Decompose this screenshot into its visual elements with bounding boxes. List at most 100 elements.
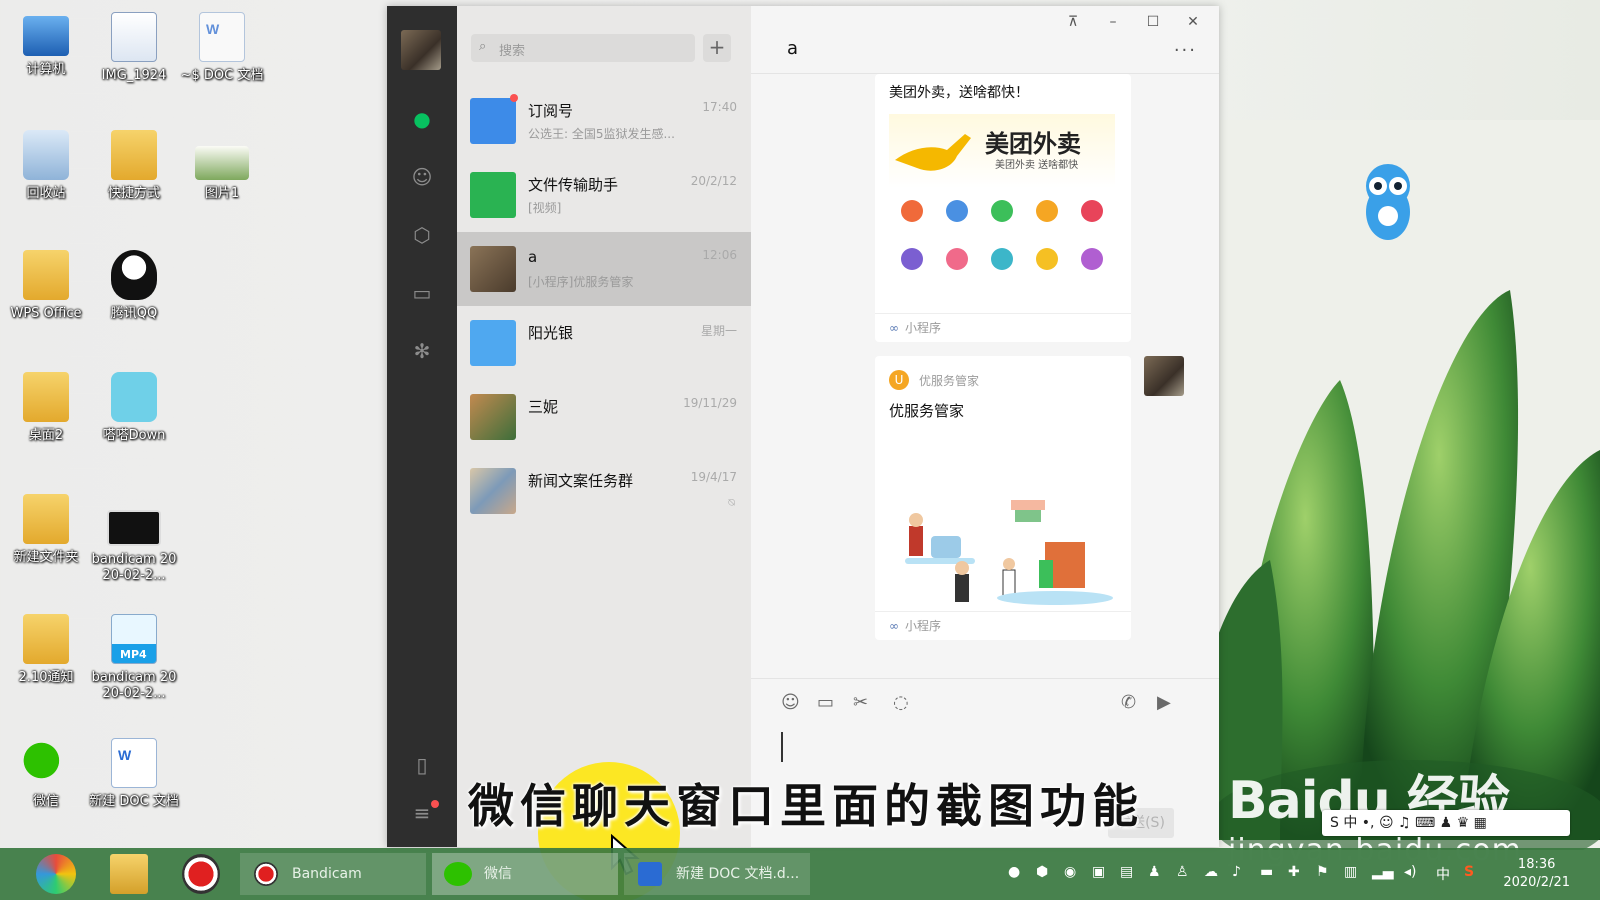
desktop-icon-notice[interactable]: 2.10通知	[1, 614, 91, 686]
desktop-icon-bandicam-2[interactable]: MP4 bandicam 2020-02-2...	[89, 614, 179, 702]
more-options-button[interactable]: ···	[1174, 40, 1197, 61]
chat-history-icon[interactable]: ◌	[893, 692, 909, 713]
taskbar-item-bandicam[interactable]: Bandicam	[240, 853, 426, 895]
add-button[interactable]: +	[703, 34, 731, 62]
wechat-window: ● ☺ ⬡ ▭ ✻ ▯ ≡ ⌕ 搜索 + 订阅号 公选王: 全国5监狱发生感..…	[387, 6, 1219, 847]
chat-bubble-icon[interactable]: ●	[409, 106, 435, 132]
word-doc-icon	[199, 12, 245, 62]
desktop-icon-down[interactable]: 嗒嗒Down	[89, 372, 179, 444]
wechat-icon	[444, 862, 472, 886]
taskbar-item-doc[interactable]: 新建 DOC 文档.d...	[624, 853, 810, 895]
pin-button[interactable]: ⊼	[1063, 14, 1083, 30]
tray-monitor-icon[interactable]: ▣	[1092, 864, 1105, 880]
category-icon	[991, 200, 1013, 222]
category-icon	[1036, 200, 1058, 222]
chat-item-a[interactable]: a [小程序]优服务管家 12:06	[457, 232, 751, 306]
tray-volume-icon[interactable]: ♪	[1232, 864, 1241, 880]
minimize-button[interactable]: –	[1103, 14, 1123, 30]
subscription-avatar	[470, 98, 516, 144]
tray-wechat-icon[interactable]: ●	[1008, 864, 1020, 880]
desktop-icon-wps[interactable]: WPS Office	[1, 250, 91, 322]
file-icon[interactable]: ▭	[817, 692, 834, 713]
tray-flag-icon[interactable]: ⚑	[1316, 864, 1329, 880]
chat-item-news-group[interactable]: 新闻文案任务群 19/4/17 ⍉	[457, 454, 751, 528]
chat-item-file-transfer[interactable]: 文件传输助手 [视频] 20/2/12	[457, 158, 751, 232]
wps-writer-icon	[638, 862, 662, 886]
bandicam-icon	[254, 862, 278, 886]
tray-signal-icon[interactable]: ▂▄	[1372, 864, 1394, 880]
tray-device-icon[interactable]: ▥	[1344, 864, 1357, 880]
desktop-icon-bandicam-1[interactable]: bandicam 2020-02-2...	[89, 510, 179, 584]
computer-icon	[23, 16, 69, 56]
desktop-icon-new-folder[interactable]: 新建文件夹	[1, 494, 91, 566]
mini-program-label: 小程序	[905, 321, 942, 335]
tray-display-icon[interactable]: ▤	[1120, 864, 1133, 880]
mini-program-label: 小程序	[905, 619, 942, 633]
desktop-icon-doc-temp[interactable]: ~$ DOC 文档	[177, 12, 267, 84]
chat-name: 三妮	[528, 398, 559, 416]
tray-speaker-icon[interactable]: ◂)	[1404, 864, 1417, 880]
folder-icon[interactable]: ▭	[409, 280, 435, 306]
tray-cube-icon[interactable]: ⬢	[1036, 864, 1048, 880]
desktop-icon-recycle[interactable]: 回收站	[1, 130, 91, 202]
folder-icon	[23, 494, 69, 544]
tray-qq-icon[interactable]: ♟	[1148, 864, 1161, 880]
mini-program-card-youfuwu[interactable]: U 优服务管家 优服务管家 ∞ 小程序	[875, 356, 1131, 640]
desktop-icon-shortcut[interactable]: 快捷方式	[89, 130, 179, 202]
tray-security-icon[interactable]: ✚	[1288, 864, 1300, 880]
screenshot-scissors-icon[interactable]: ✂	[853, 692, 868, 713]
tray-battery-icon[interactable]: ▬	[1260, 864, 1273, 880]
tray-input-language[interactable]: 中	[1436, 864, 1450, 884]
contacts-icon[interactable]: ☺	[409, 164, 435, 190]
chat-name: 订阅号	[528, 102, 574, 120]
close-button[interactable]: ✕	[1183, 14, 1203, 30]
mascot-icon[interactable]	[1358, 160, 1418, 244]
ime-toolbar[interactable]: S 中 •, ☺ ♫ ⌨ ♟ ♛ ▦	[1322, 810, 1570, 836]
chat-title-bar: a ⊼ – ☐ ✕ ···	[751, 6, 1219, 74]
user-avatar[interactable]	[401, 30, 441, 70]
start-browser-icon[interactable]	[36, 854, 76, 894]
chat-item-yangguangyin[interactable]: 阳光银 星期一	[457, 306, 751, 380]
phone-icon[interactable]: ▯	[409, 752, 435, 778]
desktop-icon-desk2[interactable]: 桌面2	[1, 372, 91, 444]
search-input[interactable]: ⌕ 搜索	[471, 34, 695, 62]
desktop-icon-picture[interactable]: 图片1	[177, 146, 267, 202]
menu-notification-dot	[431, 800, 439, 808]
moments-icon[interactable]: ✻	[409, 338, 435, 364]
desktop-icon-img[interactable]: IMG_1924	[89, 12, 179, 84]
search-icon: ⌕	[479, 39, 487, 54]
category-icon	[1036, 248, 1058, 270]
category-icon	[991, 248, 1013, 270]
chat-preview: [视频]	[528, 201, 562, 215]
tray-cloud-icon[interactable]: ☁	[1204, 864, 1218, 880]
chat-item-sanni[interactable]: 三妮 19/11/29	[457, 380, 751, 454]
emoji-icon[interactable]: ☺	[781, 692, 800, 713]
file-explorer-icon[interactable]	[110, 854, 148, 894]
voice-call-icon[interactable]: ✆	[1121, 692, 1136, 713]
record-icon[interactable]	[182, 854, 220, 894]
clock-date: 2020/2/21	[1503, 875, 1570, 890]
clock-time: 18:36	[1517, 857, 1556, 872]
video-call-icon[interactable]: ▶	[1157, 692, 1171, 713]
desktop-icon-qq[interactable]: 腾讯QQ	[89, 250, 179, 322]
desktop-icon-new-doc[interactable]: 新建 DOC 文档	[89, 738, 179, 810]
taskbar-item-wechat[interactable]: 微信	[432, 853, 618, 895]
chat-time: 12:06	[702, 248, 737, 262]
meituan-brand: 美团外卖	[985, 130, 1081, 158]
category-icon	[1081, 200, 1103, 222]
image-file-icon	[195, 146, 249, 180]
category-icon	[946, 200, 968, 222]
tray-people-icon[interactable]: ♙	[1176, 864, 1189, 880]
taskbar: Bandicam 微信 新建 DOC 文档.d... ● ⬢ ◉ ▣ ▤ ♟ ♙…	[0, 848, 1600, 900]
cube-icon[interactable]: ⬡	[409, 222, 435, 248]
folder-icon	[23, 614, 69, 664]
desktop-icon-computer[interactable]: 计算机	[1, 12, 91, 78]
tray-sogou-icon[interactable]: S	[1464, 864, 1474, 880]
taskbar-clock[interactable]: 18:36 2020/2/21	[1503, 856, 1570, 892]
sender-avatar[interactable]	[1144, 356, 1184, 396]
mini-program-card-meituan[interactable]: 美团外卖，送啥都快！ 美团外卖 美团外卖 送啥都快 ∞ 小程序	[875, 74, 1131, 342]
chat-item-subscriptions[interactable]: 订阅号 公选王: 全国5监狱发生感... 17:40	[457, 84, 751, 158]
tray-record-icon[interactable]: ◉	[1064, 864, 1076, 880]
maximize-button[interactable]: ☐	[1143, 14, 1163, 30]
desktop-icon-wechat[interactable]: 微信	[1, 738, 91, 810]
